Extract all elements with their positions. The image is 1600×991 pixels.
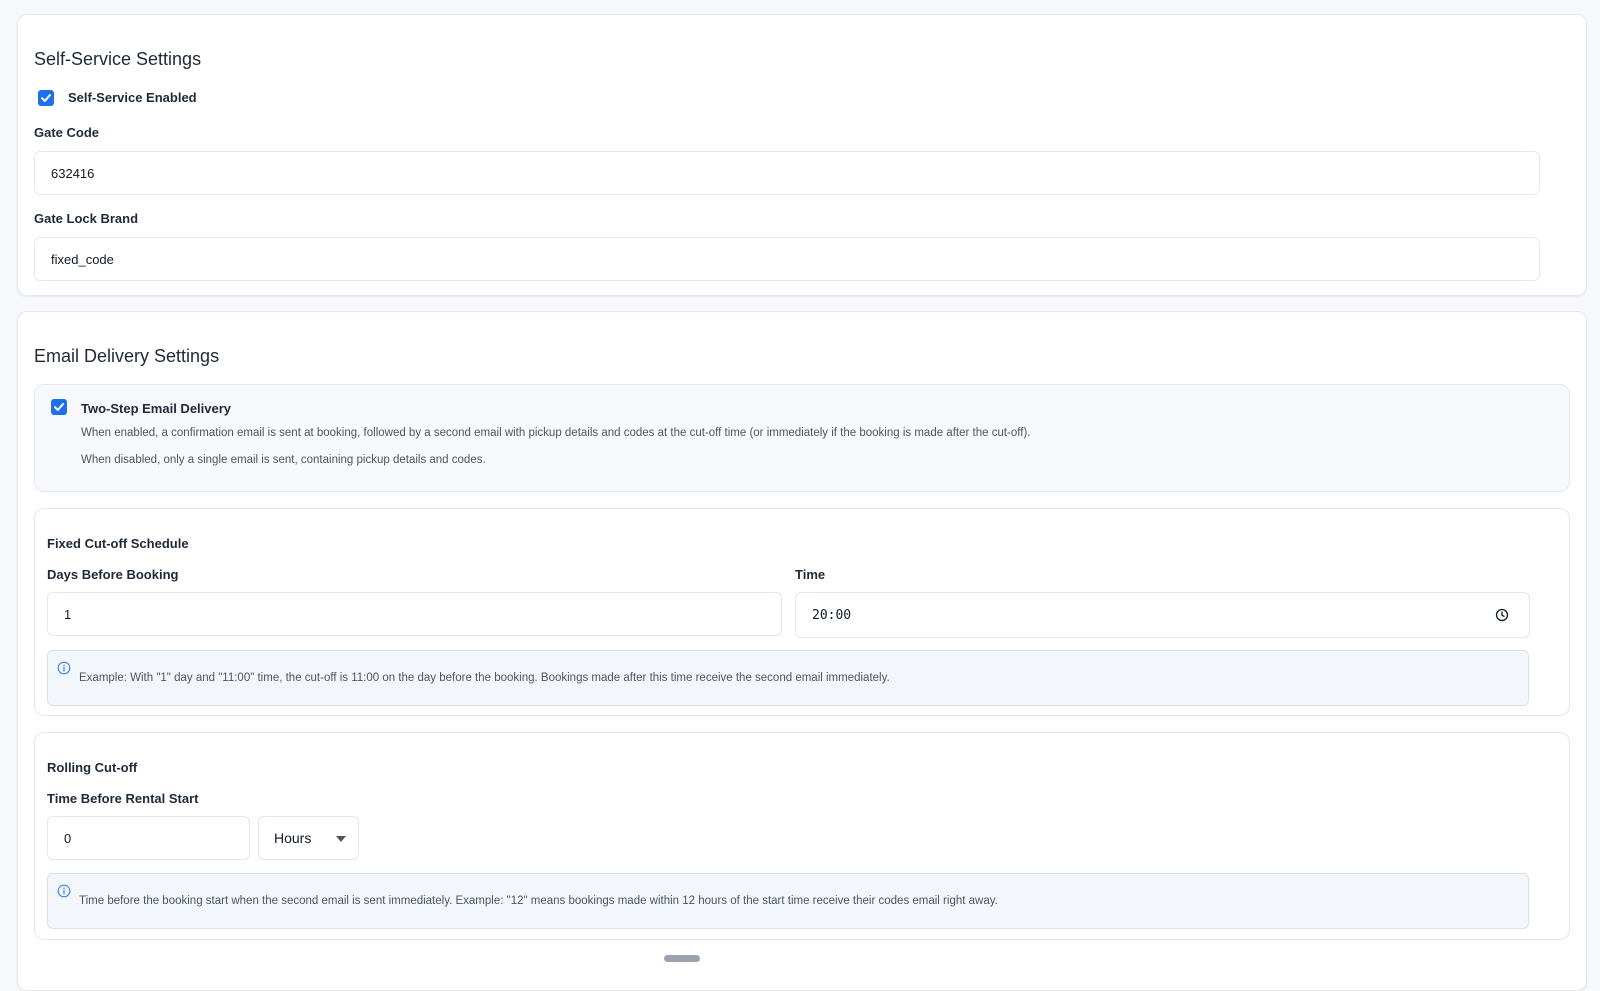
info-icon <box>57 884 71 898</box>
caret-down-icon <box>336 836 346 842</box>
clock-icon[interactable] <box>1495 608 1509 622</box>
gate-code-value: 632416 <box>51 165 95 181</box>
self-service-title: Self-Service Settings <box>34 49 202 69</box>
time-before-rental-start-value: 0 <box>64 830 72 846</box>
rolling-cutoff-panel: Rolling Cut-off Time Before Rental Start… <box>34 732 1570 940</box>
time-label: Time <box>795 567 826 582</box>
email-delivery-title: Email Delivery Settings <box>34 346 220 366</box>
checkmark-icon <box>41 94 51 102</box>
time-value: 20:00 <box>812 607 852 623</box>
fixed-cutoff-title: Fixed Cut-off Schedule <box>47 536 189 551</box>
rolling-cutoff-info-text: Time before the booking start when the s… <box>79 895 998 907</box>
two-step-label: Two-Step Email Delivery <box>81 401 232 416</box>
fixed-cutoff-panel: Fixed Cut-off Schedule Days Before Booki… <box>34 508 1570 716</box>
checkmark-icon <box>54 403 64 411</box>
gate-lock-brand-input[interactable]: fixed_code <box>34 237 1540 281</box>
rolling-cutoff-info-box: Time before the booking start when the s… <box>47 873 1529 929</box>
time-before-rental-start-label: Time Before Rental Start <box>47 791 199 806</box>
two-step-panel: Two-Step Email Delivery When enabled, a … <box>34 384 1570 492</box>
gate-code-label: Gate Code <box>34 125 100 140</box>
days-before-booking-label: Days Before Booking <box>47 567 179 582</box>
days-before-booking-value: 1 <box>64 606 72 622</box>
time-unit-select[interactable]: Hours <box>258 816 359 860</box>
gate-lock-brand-value: fixed_code <box>51 251 114 267</box>
self-service-settings-card: Self-Service Settings Self-Service Enabl… <box>17 14 1587 296</box>
days-before-booking-input[interactable]: 1 <box>47 592 782 636</box>
gate-code-input[interactable]: 632416 <box>34 151 1540 195</box>
time-unit-value: Hours <box>274 830 312 846</box>
email-delivery-settings-card: Email Delivery Settings Two-Step Email D… <box>17 311 1587 991</box>
info-icon <box>57 661 71 675</box>
gate-lock-brand-label: Gate Lock Brand <box>34 211 139 226</box>
two-step-desc-enabled: When enabled, a confirmation email is se… <box>81 427 1031 439</box>
fixed-cutoff-info-text: Example: With "1" day and "11:00" time, … <box>79 672 890 684</box>
rolling-cutoff-title: Rolling Cut-off <box>47 760 138 775</box>
fixed-cutoff-info-box: Example: With "1" day and "11:00" time, … <box>47 650 1529 706</box>
self-service-enabled-checkbox[interactable] <box>38 90 54 106</box>
time-input[interactable]: 20:00 <box>795 592 1530 638</box>
two-step-checkbox[interactable] <box>51 399 67 415</box>
two-step-desc-disabled: When disabled, only a single email is se… <box>81 454 486 466</box>
time-before-rental-start-input[interactable]: 0 <box>47 816 250 860</box>
self-service-enabled-label: Self-Service Enabled <box>68 90 197 105</box>
scroll-handle[interactable] <box>664 955 700 962</box>
